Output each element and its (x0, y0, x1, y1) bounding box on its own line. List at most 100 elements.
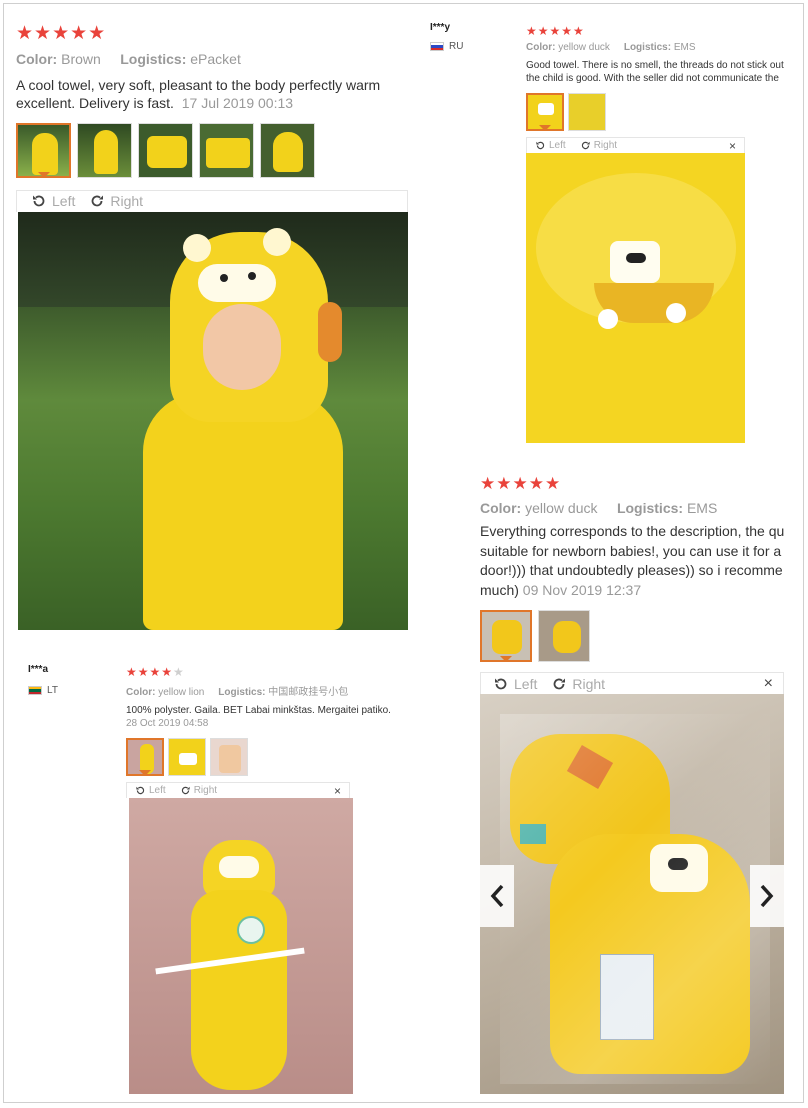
color-label: Color: (126, 687, 156, 698)
thumbnail-1[interactable] (126, 738, 164, 777)
thumbnail-strip (126, 738, 410, 777)
logistics-label: Logistics: (623, 42, 672, 53)
close-icon[interactable]: × (334, 784, 341, 798)
review-text-line: A cool towel, very soft, pleasant to the… (16, 77, 381, 93)
color-label: Color: (16, 51, 58, 67)
color-value: Brown (61, 51, 101, 67)
close-icon[interactable]: × (729, 139, 736, 153)
rotate-left-label: Left (52, 193, 76, 210)
color-value: yellow duck (558, 42, 610, 53)
rotate-toolbar: Left Right × (480, 672, 784, 695)
review-text: A cool towel, very soft, pleasant to the… (16, 76, 408, 113)
thumbnail-5[interactable] (260, 122, 315, 178)
review-1: ★★★★★ Color: Brown Logistics: ePacket A … (16, 22, 408, 632)
rotate-right-icon (181, 787, 190, 795)
logistics-value: ePacket (190, 51, 241, 67)
rotate-right-label: Right (110, 193, 144, 210)
reviewer-country: RU (430, 41, 463, 52)
flag-ru-icon (430, 42, 444, 51)
review-text: Everything corresponds to the descriptio… (480, 522, 796, 600)
review-meta: Color: Brown Logistics: ePacket (16, 51, 408, 67)
thumbnail-2[interactable] (538, 610, 590, 663)
rating-stars: ★★★★★ (526, 24, 585, 38)
logistics-value: 中国邮政挂号小包 (268, 687, 349, 698)
rating-stars: ★★★★★ (126, 665, 410, 679)
rotate-right-icon (553, 678, 566, 690)
next-photo-button[interactable] (750, 865, 784, 928)
rotate-left-icon (495, 678, 507, 690)
thumbnail-1[interactable] (480, 610, 532, 663)
rotate-left-label: Left (149, 785, 166, 797)
flag-lt-icon (28, 686, 42, 695)
review-text-line: suitable for newborn babies!, you can us… (480, 542, 782, 559)
review-text-line: Everything corresponds to the descriptio… (480, 523, 785, 539)
logistics-label: Logistics: (616, 500, 684, 516)
reviewer-name: I***a (28, 664, 49, 675)
thumbnail-2[interactable] (168, 738, 206, 777)
rotate-left-icon (33, 195, 45, 207)
country-code: RU (449, 41, 464, 52)
rotate-right-button[interactable]: Right (551, 676, 605, 692)
review-text: 100% polyster. Gaila. BET Labai minkštas… (126, 704, 410, 730)
rotate-right-label: Right (593, 140, 618, 152)
review-date: 28 Oct 2019 04:58 (126, 718, 209, 730)
thumbnail-4[interactable] (199, 122, 254, 178)
rotate-toolbar: Left Right × (526, 137, 745, 154)
review-photo-large (18, 211, 408, 630)
review-photo-large (480, 694, 784, 1094)
review-photo-large (129, 798, 353, 1095)
review-3: ★★★★★ Color: yellow lion Logistics: 中国邮政… (126, 665, 410, 1097)
color-label: Color: (480, 500, 522, 516)
review-text-line: excellent. Delivery is fast. 17 Jul 2019… (16, 94, 408, 112)
review-text-line: much) 09 Nov 2019 12:37 (480, 581, 796, 601)
rotate-right-label: Right (193, 785, 218, 797)
rotate-toolbar: Left Right × (126, 782, 350, 799)
rating-stars: ★★★★★ (480, 474, 562, 493)
rotate-left-icon (536, 142, 545, 150)
review-meta: Color: yellow duck Logistics: EMS (526, 42, 796, 53)
review-text-line: Good towel. There is no smell, the threa… (526, 60, 784, 71)
color-label: Color: (526, 42, 556, 53)
thumbnail-3[interactable] (138, 122, 193, 178)
logistics-label: Logistics: (120, 51, 187, 67)
prev-photo-button[interactable] (480, 865, 514, 928)
thumbnail-1[interactable] (526, 93, 564, 132)
review-meta: Color: yellow lion Logistics: 中国邮政挂号小包 (126, 683, 410, 698)
review-text-line: 100% polyster. Gaila. BET Labai minkštas… (126, 705, 391, 716)
country-code: LT (47, 685, 58, 696)
thumbnail-2[interactable] (77, 122, 132, 178)
thumbnail-strip (16, 122, 408, 178)
review-date: 17 Jul 2019 00:13 (181, 95, 294, 112)
rotate-right-button[interactable]: Right (180, 785, 217, 796)
chevron-left-icon (490, 885, 504, 908)
rotate-left-button[interactable]: Left (493, 676, 537, 692)
review-photo-large (526, 153, 745, 444)
review-text-end: much) (480, 581, 519, 598)
color-value: yellow duck (525, 500, 598, 516)
rotate-right-icon (581, 142, 590, 150)
thumbnail-3[interactable] (210, 738, 248, 777)
rotate-left-button[interactable]: Left (31, 193, 75, 209)
review-2: ★★★★★ Color: yellow duck Logistics: EMS … (526, 24, 796, 444)
review-meta: Color: yellow duck Logistics: EMS (480, 500, 796, 516)
rotate-left-button[interactable]: Left (135, 785, 166, 796)
review-4: ★★★★★ Color: yellow duck Logistics: EMS … (480, 474, 796, 1094)
rotate-left-button[interactable]: Left (535, 140, 566, 151)
rotate-right-label: Right (572, 675, 606, 692)
color-value: yellow lion (158, 687, 205, 698)
rotate-right-icon (91, 195, 104, 207)
thumbnail-strip (526, 93, 796, 132)
logistics-label: Logistics: (218, 687, 266, 698)
rating-stars: ★★★★★ (16, 23, 107, 44)
thumbnail-strip (480, 610, 796, 663)
thumbnail-1[interactable] (16, 122, 71, 178)
reviewer-country: LT (28, 685, 58, 696)
rotate-right-button[interactable]: Right (89, 193, 143, 209)
review-text-line: the child is good. With the seller did n… (526, 73, 779, 85)
logistics-value: EMS (686, 500, 718, 516)
close-icon[interactable]: × (764, 675, 773, 693)
rotate-right-button[interactable]: Right (580, 140, 617, 151)
thumbnail-2[interactable] (568, 93, 606, 132)
stars-empty: ★ (173, 665, 185, 679)
rotate-left-label: Left (549, 140, 566, 152)
